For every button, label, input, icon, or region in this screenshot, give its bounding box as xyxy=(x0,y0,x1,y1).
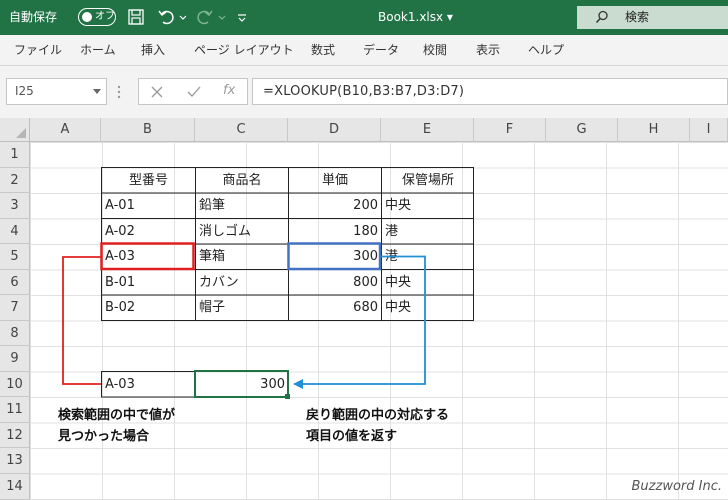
customize-toolbar-icon[interactable] xyxy=(236,7,248,27)
autosave-toggle[interactable]: オフ xyxy=(78,8,116,26)
cancel-icon[interactable] xyxy=(151,86,163,98)
autosave-label: 自動保存 xyxy=(9,10,58,24)
title-bar: 自動保存 オフ Book1.xlsx ▾ 検索 xyxy=(0,0,728,35)
note-right-line1: 戻り範囲の中の対応する xyxy=(306,408,450,423)
match-connector-line xyxy=(62,256,101,385)
search-icon xyxy=(595,10,608,24)
drag-handle-icon[interactable] xyxy=(117,84,121,100)
redo-icon[interactable] xyxy=(195,7,215,27)
undo-dropdown-icon[interactable] xyxy=(178,7,188,27)
redo-dropdown-icon[interactable] xyxy=(217,7,227,27)
menu-review[interactable]: 校閲 xyxy=(423,42,447,58)
name-box-dropdown-icon[interactable] xyxy=(93,89,101,94)
watermark: Buzzword Inc. xyxy=(631,479,722,494)
cell-reference: I25 xyxy=(15,84,34,98)
menu-help[interactable]: ヘルプ xyxy=(528,42,564,58)
autosave-state: オフ xyxy=(95,11,115,22)
return-value-highlight xyxy=(287,242,382,271)
menu-bar: ファイル ホーム 挿入 ページ レイアウト 数式 データ 校閲 表示 ヘルプ xyxy=(0,35,728,66)
menu-file[interactable]: ファイル xyxy=(14,42,62,58)
toggle-knob xyxy=(82,12,92,22)
menu-view[interactable]: 表示 xyxy=(476,42,500,58)
fill-handle xyxy=(285,394,290,399)
document-title[interactable]: Book1.xlsx ▾ xyxy=(378,9,453,25)
note-left-line1: 検索範囲の中で値が xyxy=(58,408,176,423)
save-icon[interactable] xyxy=(126,7,146,27)
menu-formulas[interactable]: 数式 xyxy=(311,42,335,58)
spreadsheet-grid: A B C D E F G H I 1 2 3 4 5 6 7 8 9 10 1… xyxy=(0,118,728,500)
menu-data[interactable]: データ xyxy=(363,42,399,58)
formula-input[interactable]: =XLOOKUP(B10,B3:B7,D3:D7) xyxy=(252,78,728,105)
formula-text: =XLOOKUP(B10,B3:B7,D3:D7) xyxy=(263,84,465,99)
return-arrow-head xyxy=(293,379,303,389)
formula-bar: I25 fx =XLOOKUP(B10,B3:B7,D3:D7) xyxy=(0,66,728,118)
name-box[interactable]: I25 xyxy=(6,78,107,105)
menu-page-layout[interactable]: ページ レイアウト xyxy=(194,42,294,58)
lookup-match-highlight xyxy=(100,242,195,271)
insert-function-icon[interactable]: fx xyxy=(223,83,235,98)
menu-home[interactable]: ホーム xyxy=(80,42,116,58)
return-arrow-line xyxy=(302,255,426,385)
active-cell-border xyxy=(194,370,289,398)
note-right-line2: 項目の値を返す xyxy=(306,429,398,444)
note-left-line2: 見つかった場合 xyxy=(58,429,150,444)
menu-insert[interactable]: 挿入 xyxy=(141,42,165,58)
enter-icon[interactable] xyxy=(187,86,201,98)
formula-buttons: fx xyxy=(138,78,248,105)
undo-icon[interactable] xyxy=(156,7,176,27)
search-box[interactable]: 検索 xyxy=(577,6,728,29)
search-label: 検索 xyxy=(625,10,650,24)
